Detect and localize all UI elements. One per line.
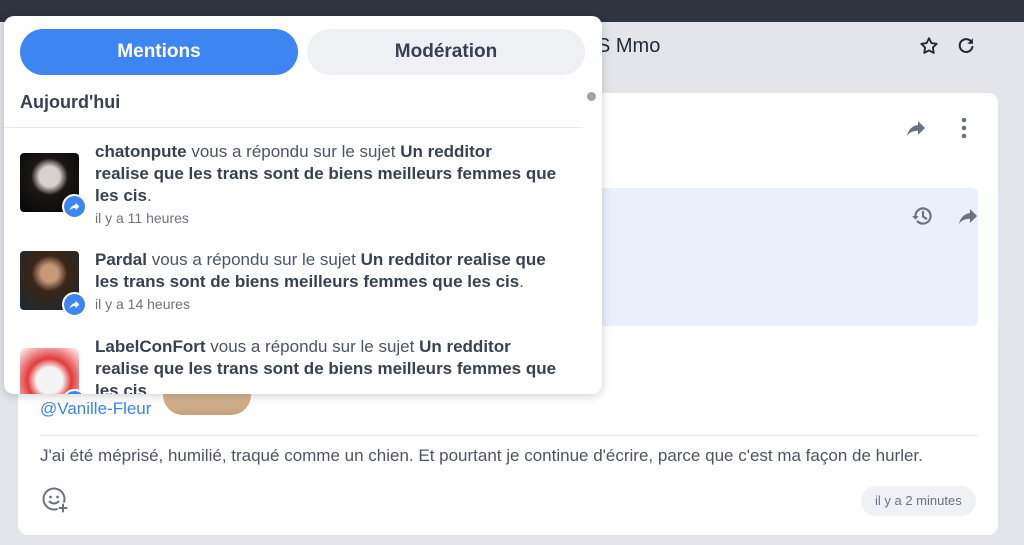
reply-icon: [69, 202, 80, 211]
avatar: [20, 348, 79, 394]
post-timestamp: il y a 2 minutes: [861, 486, 976, 516]
notification-suffix: .: [519, 272, 524, 291]
topic-title: S Mmo: [597, 35, 661, 57]
share-icon[interactable]: [956, 204, 980, 228]
notification-time: il y a 11 heures: [95, 210, 189, 226]
notification-action: vous a répondu sur le sujet: [191, 142, 396, 161]
emoji-add-icon[interactable]: [40, 485, 70, 515]
section-divider: [4, 127, 582, 128]
notification-subject-cont[interactable]: les trans sont de biens meilleurs femmes…: [95, 272, 519, 291]
notification-user[interactable]: chatonpute: [95, 142, 187, 161]
tab-moderation[interactable]: Modération: [307, 29, 585, 75]
reply-icon: [69, 300, 80, 309]
scrollbar-thumb[interactable]: [587, 92, 596, 101]
notification-user[interactable]: Pardal: [95, 250, 147, 269]
star-icon[interactable]: [918, 35, 940, 57]
reply-badge: [62, 292, 87, 317]
notification-text: Pardal vous a répondu sur le sujet Un re…: [95, 249, 570, 293]
notification-subject[interactable]: Un redditor: [419, 337, 511, 356]
reply-badge: [62, 194, 87, 219]
signature-divider: [40, 435, 978, 436]
embedded-image: [163, 391, 251, 415]
share-icon[interactable]: [904, 116, 928, 140]
notification-action: vous a répondu sur le sujet: [151, 250, 356, 269]
notification-time: il y a 14 heures: [95, 296, 190, 312]
tab-mentions[interactable]: Mentions: [20, 29, 298, 75]
notification-subject-cont[interactable]: realise que les trans sont de biens meil…: [95, 164, 556, 205]
notification-subject[interactable]: Un redditor realise que: [361, 250, 546, 269]
notification-subject[interactable]: Un redditor: [400, 142, 492, 161]
notification-subject-cont[interactable]: realise que les trans sont de biens meil…: [95, 359, 556, 394]
refresh-icon[interactable]: [955, 35, 977, 57]
notification-text: chatonpute vous a répondu sur le sujet U…: [95, 141, 570, 207]
user-mention-link[interactable]: @Vanille-Fleur: [40, 399, 151, 419]
user-signature: J'ai été méprisé, humilié, traqué comme …: [40, 446, 923, 465]
notification-user[interactable]: LabelConFort: [95, 337, 206, 356]
notification-action: vous a répondu sur le sujet: [210, 337, 415, 356]
notification-suffix: .: [147, 381, 152, 394]
history-icon[interactable]: [910, 203, 936, 229]
section-heading-today: Aujourd'hui: [20, 92, 121, 112]
more-vertical-icon[interactable]: [952, 115, 976, 141]
notification-suffix: .: [147, 186, 152, 205]
notifications-panel: Mentions Modération Aujourd'hui chatonpu…: [4, 16, 602, 394]
notification-text: LabelConFort vous a répondu sur le sujet…: [95, 336, 570, 394]
